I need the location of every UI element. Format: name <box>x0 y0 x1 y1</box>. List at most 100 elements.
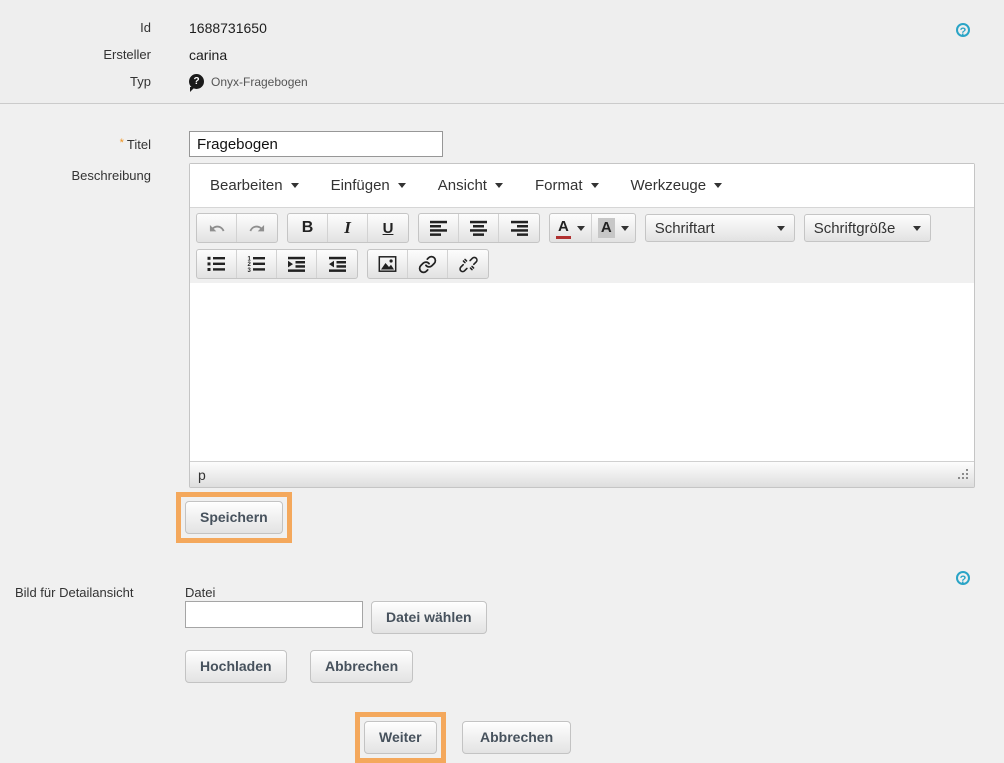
menu-format-label: Format <box>535 177 583 194</box>
undo-icon <box>207 220 227 237</box>
type-label: Typ <box>0 74 151 89</box>
media-link-button-group <box>367 249 489 279</box>
editor-menubar: Bearbeiten Einfügen Ansicht Format Werkz… <box>190 164 974 208</box>
caret-down-icon <box>777 226 785 231</box>
history-button-group <box>196 213 278 243</box>
menu-bearbeiten[interactable]: Bearbeiten <box>198 169 311 202</box>
image-icon <box>378 256 397 272</box>
align-right-button[interactable] <box>499 214 539 242</box>
editor-content-area[interactable] <box>190 283 974 461</box>
caret-down-icon <box>495 183 503 188</box>
required-asterisk: * <box>120 137 124 149</box>
align-center-button[interactable] <box>459 214 499 242</box>
italic-icon: I <box>344 218 351 238</box>
align-button-group <box>418 213 540 243</box>
text-color-icon: A <box>556 218 571 239</box>
caret-down-icon <box>714 183 722 188</box>
question-bubble-icon: ? <box>189 74 204 89</box>
toolbar-row-2: 123 <box>194 246 970 282</box>
bullet-list-button[interactable] <box>197 250 237 278</box>
numbered-list-button[interactable]: 123 <box>237 250 277 278</box>
menu-bearbeiten-label: Bearbeiten <box>210 177 283 194</box>
insert-image-button[interactable] <box>368 250 408 278</box>
id-value: 1688731650 <box>189 20 267 36</box>
choose-file-button[interactable]: Datei wählen <box>371 601 487 634</box>
underline-icon: U <box>383 220 394 237</box>
caret-down-icon <box>621 226 629 231</box>
resize-grip-icon[interactable] <box>955 465 971 485</box>
description-label: Beschreibung <box>0 168 151 183</box>
outdent-button[interactable] <box>317 250 357 278</box>
menu-ansicht-label: Ansicht <box>438 177 487 194</box>
text-color-button[interactable]: A <box>550 214 592 242</box>
font-size-select-label: Schriftgröße <box>814 220 896 237</box>
numbered-list-icon: 123 <box>247 256 266 272</box>
indent-button[interactable] <box>277 250 317 278</box>
upload-button[interactable]: Hochladen <box>185 650 287 683</box>
background-color-button[interactable]: A <box>592 214 635 242</box>
footer-cancel-button[interactable]: Abbrechen <box>462 721 571 754</box>
editor-statusbar: p <box>190 461 974 487</box>
align-center-icon <box>469 220 488 236</box>
save-button[interactable]: Speichern <box>185 501 283 534</box>
caret-down-icon <box>291 183 299 188</box>
file-name-input[interactable] <box>185 601 363 628</box>
font-size-select[interactable]: Schriftgröße <box>804 214 931 242</box>
toolbar-row-1: B I U <box>194 210 970 246</box>
redo-button[interactable] <box>237 214 277 242</box>
creator-value: carina <box>189 47 227 63</box>
meta-row-type: Typ ? Onyx-Fragebogen <box>0 68 1004 95</box>
file-label: Datei <box>185 585 215 600</box>
menu-format[interactable]: Format <box>523 169 611 202</box>
menu-werkzeuge-label: Werkzeuge <box>631 177 707 194</box>
title-label: *Titel <box>0 137 151 152</box>
resource-meta-header: Id 1688731650 Ersteller carina Typ ? Ony… <box>0 0 1004 104</box>
color-button-group: A A <box>549 213 636 243</box>
bullet-list-icon <box>207 256 226 272</box>
next-button-highlight: Weiter <box>355 712 446 763</box>
insert-link-button[interactable] <box>408 250 448 278</box>
menu-werkzeuge[interactable]: Werkzeuge <box>619 169 735 202</box>
align-left-icon <box>429 220 448 236</box>
meta-row-creator: Ersteller carina <box>0 41 1004 68</box>
indent-icon <box>287 256 306 272</box>
caret-down-icon <box>913 226 921 231</box>
next-button[interactable]: Weiter <box>364 721 437 754</box>
unlink-icon <box>459 255 478 274</box>
list-indent-button-group: 123 <box>196 249 358 279</box>
rich-text-editor: Bearbeiten Einfügen Ansicht Format Werkz… <box>189 163 975 488</box>
font-family-select-label: Schriftart <box>655 220 715 237</box>
help-icon[interactable]: ? <box>956 23 970 37</box>
font-family-select[interactable]: Schriftart <box>645 214 795 242</box>
italic-button[interactable]: I <box>328 214 368 242</box>
background-color-icon: A <box>598 218 615 238</box>
redo-icon <box>247 220 267 237</box>
detail-image-section-label: Bild für Detailansicht <box>15 585 134 600</box>
align-right-icon <box>510 220 529 236</box>
bold-icon: B <box>302 219 314 237</box>
save-button-highlight: Speichern <box>176 492 292 543</box>
unlink-button[interactable] <box>448 250 488 278</box>
svg-text:3: 3 <box>248 268 252 272</box>
help-icon[interactable]: ? <box>956 571 970 585</box>
element-path[interactable]: p <box>198 467 206 483</box>
caret-down-icon <box>398 183 406 188</box>
bold-button[interactable]: B <box>288 214 328 242</box>
caret-down-icon <box>591 183 599 188</box>
menu-ansicht[interactable]: Ansicht <box>426 169 515 202</box>
title-label-text: Titel <box>127 137 151 152</box>
editor-toolbars: B I U <box>190 208 974 283</box>
align-left-button[interactable] <box>419 214 459 242</box>
underline-button[interactable]: U <box>368 214 408 242</box>
upload-cancel-button[interactable]: Abbrechen <box>310 650 413 683</box>
type-value-text: Onyx-Fragebogen <box>211 75 308 89</box>
type-value: ? Onyx-Fragebogen <box>189 74 308 89</box>
resource-settings-page: Id 1688731650 Ersteller carina Typ ? Ony… <box>0 0 1004 763</box>
text-style-button-group: B I U <box>287 213 409 243</box>
outdent-icon <box>328 256 347 272</box>
undo-button[interactable] <box>197 214 237 242</box>
menu-einfuegen[interactable]: Einfügen <box>319 169 418 202</box>
link-icon <box>418 255 437 274</box>
title-input[interactable] <box>189 131 443 157</box>
caret-down-icon <box>577 226 585 231</box>
